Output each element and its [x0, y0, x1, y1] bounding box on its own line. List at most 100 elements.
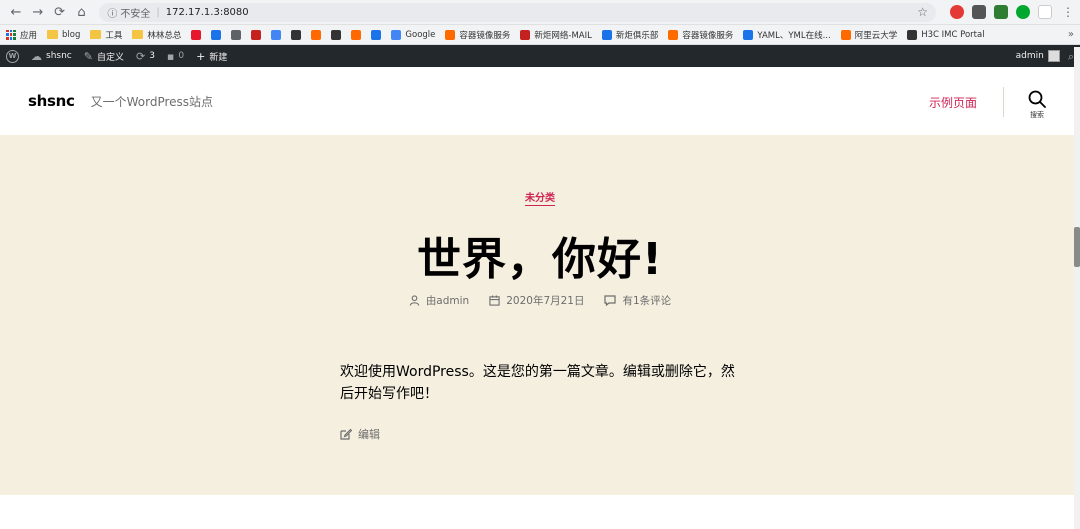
- site-header: shsnc 又一个WordPress站点 示例页面 搜索: [0, 67, 1080, 135]
- bookmark-label: blog: [62, 29, 81, 40]
- calendar-icon: [489, 295, 500, 306]
- bookmark-item[interactable]: [351, 29, 362, 40]
- comment-icon: [604, 295, 617, 306]
- menu-item-sample-page[interactable]: 示例页面: [929, 94, 977, 111]
- apps-grid-icon: [6, 29, 16, 40]
- bookmarks-more-icon[interactable]: »: [1068, 29, 1074, 40]
- bookmark-label: 新炬网络-MAIL: [534, 30, 592, 41]
- bookmark-item[interactable]: 容器镜像服务: [668, 29, 733, 41]
- bookmark-item[interactable]: [251, 29, 262, 40]
- site-favicon-icon: [391, 29, 402, 40]
- scrollbar-thumb[interactable]: [1074, 227, 1080, 267]
- address-bar[interactable]: ⓘ 不安全 | 172.17.1.3:8080 ☆: [99, 2, 936, 22]
- forward-arrow-icon[interactable]: →: [28, 2, 48, 22]
- my-account-link[interactable]: admin: [1016, 50, 1060, 62]
- bookmark-label: YAML、YML在线...: [757, 30, 831, 41]
- site-favicon-icon: [668, 29, 679, 40]
- site-favicon-icon: [231, 29, 242, 40]
- bookmark-label: Google: [405, 29, 436, 40]
- bookmark-label: 容器镜像服务: [682, 30, 734, 41]
- admin-site-name[interactable]: ☁ shsnc: [31, 51, 72, 62]
- bookmark-item[interactable]: 林林总总: [132, 29, 181, 41]
- category-link[interactable]: 未分类: [525, 193, 555, 206]
- evernote-icon[interactable]: [1016, 5, 1030, 19]
- updates-icon: ⟳: [135, 49, 146, 63]
- post-comments[interactable]: 有1条评论: [604, 293, 671, 308]
- site-favicon-icon: [371, 29, 382, 40]
- site-favicon-icon: [191, 29, 202, 40]
- post-category: 未分类: [0, 189, 1080, 206]
- site-favicon-icon: [251, 29, 262, 40]
- site-favicon-icon: [743, 29, 754, 40]
- site-favicon-icon: [840, 29, 851, 40]
- search-icon: [1028, 90, 1046, 108]
- header-divider: [1003, 87, 1004, 117]
- extension-icons: [950, 5, 1052, 19]
- updates-count: 3: [149, 51, 155, 61]
- wp-logo-menu[interactable]: W: [6, 49, 19, 63]
- extension-shield-icon[interactable]: [972, 5, 986, 19]
- site-favicon-icon: [351, 29, 362, 40]
- bookmark-item[interactable]: [311, 29, 322, 40]
- bookmark-item[interactable]: [291, 29, 302, 40]
- updates-link[interactable]: ⟳ 3: [136, 51, 155, 62]
- page-scrollbar[interactable]: [1074, 47, 1080, 529]
- security-indicator[interactable]: ⓘ 不安全: [107, 5, 150, 20]
- bookmark-item[interactable]: blog: [47, 30, 80, 40]
- home-icon[interactable]: ⌂: [72, 2, 92, 22]
- bookmark-item[interactable]: 工具: [90, 29, 122, 41]
- site-favicon-icon: [907, 29, 918, 40]
- bookmark-label: H3C IMC Portal: [921, 29, 985, 40]
- bookmark-label: 工具: [105, 30, 123, 41]
- customize-link[interactable]: ✎ 自定义: [84, 50, 124, 63]
- author-label: 由admin: [425, 295, 470, 307]
- post-author[interactable]: 由admin: [409, 293, 469, 308]
- bookmark-item[interactable]: 新炬俱乐部: [601, 29, 659, 41]
- date-label: 2020年7月21日: [506, 295, 585, 307]
- site-favicon-icon: [601, 29, 612, 40]
- adblock-icon[interactable]: [950, 5, 964, 19]
- bookmark-item[interactable]: [371, 29, 382, 40]
- bookmark-label: 新炬俱乐部: [615, 30, 659, 41]
- reload-icon[interactable]: ⟳: [50, 2, 70, 22]
- new-content-label: 新建: [209, 52, 228, 63]
- bookmark-label: 阿里云大学: [854, 30, 898, 41]
- site-favicon-icon: [271, 29, 282, 40]
- bookmark-item[interactable]: 容器镜像服务: [445, 29, 510, 41]
- site-favicon-icon: [211, 29, 222, 40]
- browser-menu-icon[interactable]: ⋮: [1062, 5, 1074, 19]
- post-hero: 未分类 世界，你好! 由admin 2020年7月21日 有1条评论 欢迎使用W…: [0, 135, 1080, 495]
- bookmark-item[interactable]: [271, 29, 282, 40]
- folder-icon: [90, 30, 102, 39]
- bookmark-item[interactable]: [331, 29, 342, 40]
- site-favicon-icon: [331, 29, 342, 40]
- search-toggle-button[interactable]: 搜索: [1025, 90, 1049, 120]
- new-content-link[interactable]: + 新建: [196, 50, 227, 63]
- post-title: 世界，你好!: [416, 234, 664, 285]
- post-date[interactable]: 2020年7月21日: [489, 293, 584, 308]
- bookmark-item[interactable]: H3C IMC Portal: [907, 29, 985, 40]
- bookmark-item[interactable]: 新炬网络-MAIL: [520, 29, 592, 41]
- bookmark-item[interactable]: [231, 29, 242, 40]
- bookmark-item[interactable]: YAML、YML在线...: [743, 29, 831, 41]
- bookmark-item[interactable]: [211, 29, 222, 40]
- back-arrow-icon[interactable]: ←: [6, 2, 26, 22]
- bookmark-label: 应用: [20, 30, 38, 41]
- user-profile-icon[interactable]: [1038, 5, 1052, 19]
- bookmark-item[interactable]: 阿里云大学: [840, 29, 898, 41]
- admin-site-name-label: shsnc: [46, 51, 72, 61]
- comments-link[interactable]: ▪ 0: [167, 51, 184, 62]
- bookmark-item[interactable]: 应用: [6, 29, 37, 41]
- bookmark-item[interactable]: [191, 29, 202, 40]
- user-icon: [409, 295, 419, 306]
- folder-icon: [132, 30, 144, 39]
- comment-bubble-icon: ▪: [166, 49, 175, 63]
- bookmark-item[interactable]: Google: [391, 29, 436, 40]
- extension-puzzle-icon[interactable]: [994, 5, 1008, 19]
- url-text: 172.17.1.3:8080: [165, 6, 249, 18]
- site-favicon-icon: [445, 29, 456, 40]
- star-icon[interactable]: ☆: [917, 5, 928, 19]
- post-meta: 由admin 2020年7月21日 有1条评论: [0, 293, 1080, 308]
- site-title[interactable]: shsnc: [28, 92, 75, 110]
- edit-post-link[interactable]: 编辑: [340, 426, 380, 442]
